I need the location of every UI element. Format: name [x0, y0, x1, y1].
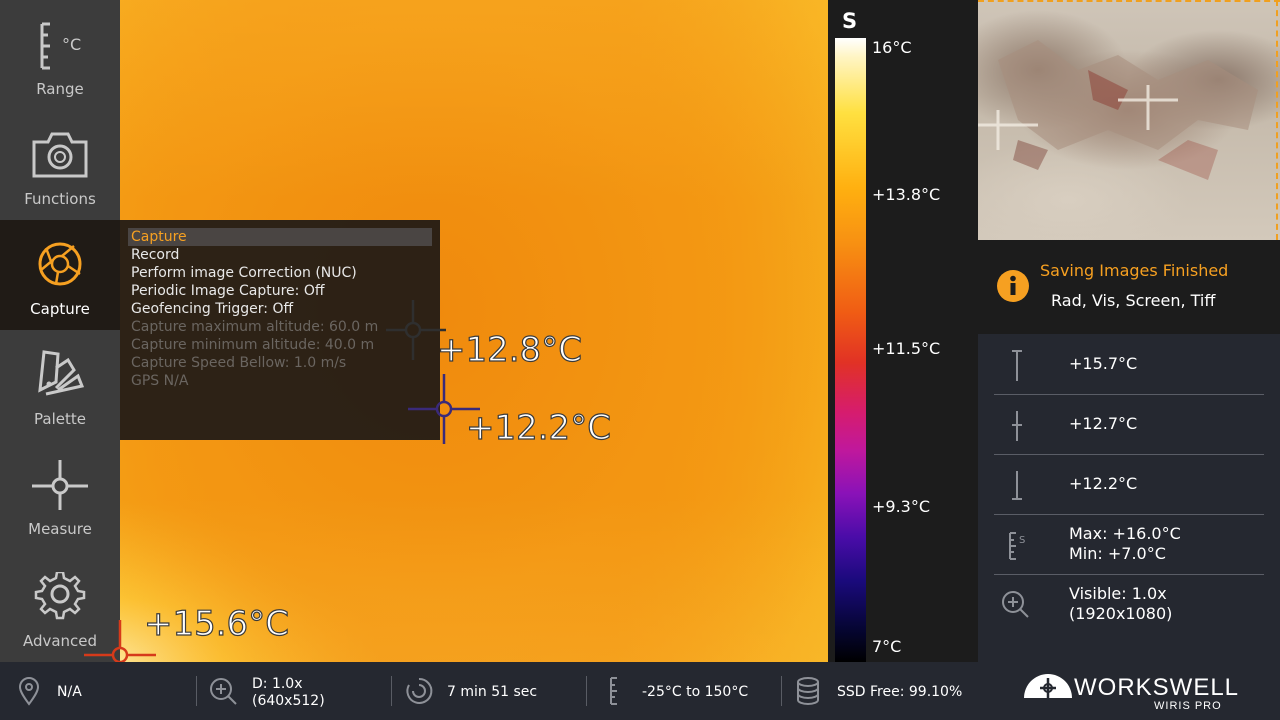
- spot-label-max: +15.6°C: [143, 603, 289, 644]
- gear-icon: [34, 572, 86, 620]
- status-timer: 7 min 51 sec: [392, 662, 586, 720]
- visible-zoom-value: Visible: 1.0x: [1069, 584, 1167, 603]
- visible-resolution: (1920x1080): [1069, 604, 1173, 623]
- reading-range-min: Min: +7.0°C: [1069, 544, 1166, 563]
- preview-frame: [1276, 0, 1278, 240]
- status-bar: N/A D: 1.0x (640x512) 7 min 51 sec -25°C…: [0, 662, 978, 720]
- location-pin-icon: [18, 677, 40, 706]
- preview-frame: [978, 0, 1280, 2]
- status-storage: SSD Free: 99.10%: [782, 662, 978, 720]
- product-name: WIRIS PRO: [1154, 700, 1222, 712]
- ssd-free-value: SSD Free: 99.10%: [837, 684, 963, 700]
- min-marker-icon: [1012, 471, 1022, 500]
- workswell-logo: WORKSWELL WIRIS PRO: [1022, 666, 1252, 716]
- logo-mark: [1024, 674, 1072, 698]
- timer-icon: [406, 677, 433, 704]
- sidebar-item-capture[interactable]: Capture: [0, 220, 120, 330]
- menu-item-capture[interactable]: Capture: [128, 228, 432, 246]
- center-marker-icon: [1012, 411, 1022, 441]
- status-gps: N/A: [0, 662, 196, 720]
- aperture-icon: [38, 242, 82, 286]
- svg-text:°C: °C: [62, 35, 81, 54]
- scale-tick-min: 7°C: [872, 637, 902, 656]
- scale-tick: +9.3°C: [872, 497, 931, 516]
- scale-tick-max: 16°C: [872, 38, 912, 57]
- sidebar-item-functions[interactable]: Functions: [0, 110, 120, 220]
- digital-zoom-value: D: 1.0x: [252, 676, 303, 692]
- sidebar-item-label: Palette: [34, 410, 86, 428]
- menu-item-periodic-capture[interactable]: Periodic Image Capture: Off: [128, 282, 432, 300]
- zoom-in-icon: [1002, 591, 1029, 618]
- notification-title: Saving Images Finished: [1040, 261, 1229, 280]
- notification: Saving Images Finished Rad, Vis, Screen,…: [978, 240, 1280, 334]
- temp-range-value: -25°C to 150°C: [642, 684, 749, 700]
- menu-item-gps: GPS N/A: [131, 373, 189, 389]
- reading-min-spot: +12.2°C: [994, 456, 1264, 515]
- gps-value: N/A: [57, 684, 82, 700]
- spot-label-min: +12.2°C: [465, 407, 611, 448]
- status-digital-zoom: D: 1.0x (640x512): [197, 662, 391, 720]
- visible-camera-preview[interactable]: [978, 0, 1280, 240]
- sidebar-item-label: Capture: [30, 300, 90, 318]
- sidebar-item-range[interactable]: °C Range: [0, 0, 120, 110]
- reading-visible-zoom: Visible: 1.0x (1920x1080): [994, 576, 1264, 634]
- zoom-in-icon: [210, 678, 237, 705]
- digital-resolution: (640x512): [252, 693, 325, 709]
- menu-item-nuc[interactable]: Perform image Correction (NUC): [128, 264, 432, 282]
- reading-value: +12.7°C: [1069, 414, 1138, 433]
- sidebar-item-label: Functions: [24, 190, 96, 208]
- range-icon: °C: [40, 22, 81, 70]
- palette-icon: [38, 350, 85, 396]
- status-temp-range: -25°C to 150°C: [587, 662, 781, 720]
- database-icon: [797, 677, 819, 705]
- notification-detail: Rad, Vis, Screen, Tiff: [1051, 291, 1216, 310]
- sidebar-item-label: Measure: [28, 520, 92, 538]
- sidebar-item-measure[interactable]: Measure: [0, 440, 120, 550]
- reading-center-spot: +12.7°C: [994, 396, 1264, 455]
- sidebar-item-label: Range: [36, 80, 84, 98]
- reading-max-spot: +15.7°C: [994, 336, 1264, 395]
- camera-icon: [32, 132, 88, 178]
- brand-name: WORKSWELL: [1074, 674, 1240, 701]
- crosshair-icon: [32, 460, 88, 510]
- reading-value: +15.7°C: [1069, 354, 1138, 373]
- sidebar-item-palette[interactable]: Palette: [0, 330, 120, 440]
- spot-label-center: +12.8°C: [436, 329, 582, 370]
- info-panel: Saving Images Finished Rad, Vis, Screen,…: [978, 0, 1280, 720]
- reading-range: S Max: +16.0°C Min: +7.0°C: [994, 516, 1264, 575]
- reading-range-max: Max: +16.0°C: [1069, 524, 1181, 543]
- scale-tick: +11.5°C: [872, 339, 941, 358]
- menu-item-record[interactable]: Record: [128, 246, 432, 264]
- sidebar: °C Range Functions Capture Palette Measu…: [0, 0, 120, 662]
- range-icon: [610, 677, 617, 705]
- range-icon: S: [1009, 532, 1025, 560]
- timer-value: 7 min 51 sec: [447, 684, 538, 700]
- palette-bar: [835, 38, 866, 662]
- scale-tick: +13.8°C: [872, 185, 941, 204]
- temperature-scale: S 16°C +13.8°C +11.5°C +9.3°C 7°C: [828, 0, 978, 662]
- scale-mode[interactable]: S: [842, 9, 857, 33]
- max-marker-icon: [1012, 350, 1022, 381]
- svg-text:S: S: [1019, 535, 1025, 546]
- info-icon: [997, 270, 1029, 302]
- reading-value: +12.2°C: [1069, 474, 1138, 493]
